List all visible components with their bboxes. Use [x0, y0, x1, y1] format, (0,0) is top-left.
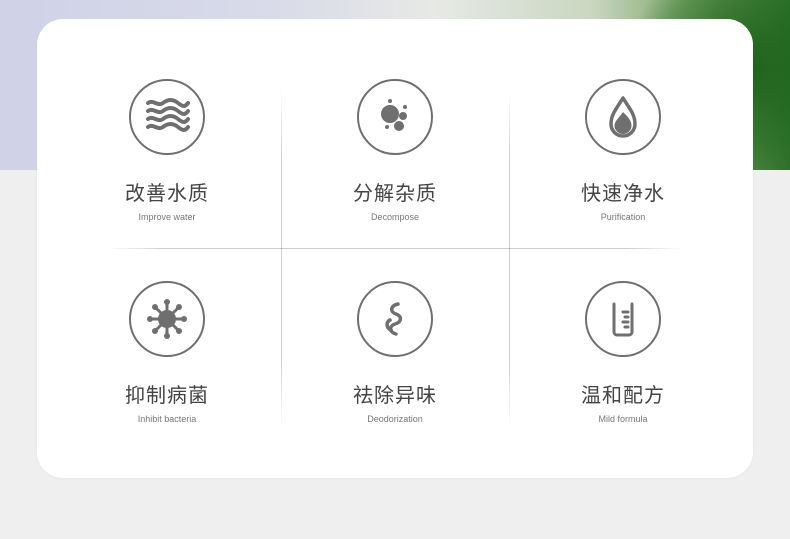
feature-title: 分解杂质 — [353, 183, 437, 205]
feature-title: 祛除异味 — [353, 385, 437, 407]
beaker-icon — [585, 281, 661, 357]
water-drop-icon — [585, 79, 661, 155]
particles-icon — [357, 79, 433, 155]
feature-purification: 快速净水 Purification — [509, 79, 737, 279]
feature-subtitle: Inhibit bacteria — [137, 414, 197, 424]
odor-smoke-icon — [357, 281, 433, 357]
feature-title: 温和配方 — [581, 385, 665, 407]
feature-decompose: 分解杂质 Decompose — [281, 79, 509, 279]
feature-deodorization: 祛除异味 Deodorization — [281, 281, 509, 481]
water-waves-icon — [129, 79, 205, 155]
feature-title: 快速净水 — [581, 183, 665, 205]
feature-subtitle: Mild formula — [598, 414, 648, 424]
feature-subtitle: Purification — [600, 212, 646, 222]
feature-title: 抑制病菌 — [125, 385, 209, 407]
feature-subtitle: Improve water — [138, 212, 196, 222]
feature-inhibit-bacteria: 抑制病菌 Inhibit bacteria — [53, 281, 281, 481]
germ-icon — [129, 281, 205, 357]
feature-subtitle: Decompose — [370, 212, 420, 222]
feature-subtitle: Deodorization — [367, 414, 423, 424]
feature-improve-water: 改善水质 Improve water — [53, 79, 281, 279]
features-card: 改善水质 Improve water 分解杂质 Decompose 快速净水 P… — [37, 19, 753, 478]
feature-title: 改善水质 — [125, 183, 209, 205]
feature-mild-formula: 温和配方 Mild formula — [509, 281, 737, 481]
